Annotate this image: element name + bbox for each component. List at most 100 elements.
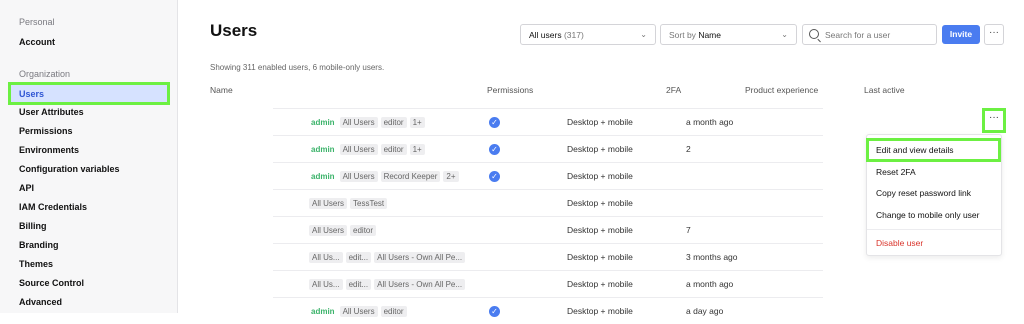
table-row[interactable]: All UsersTessTest Desktop + mobile	[273, 189, 823, 216]
more-options-button[interactable]: ···	[984, 24, 1004, 45]
user-filter-select[interactable]: All users (317) ⌄	[520, 24, 656, 45]
last-active-cell: a day ago	[686, 306, 723, 316]
permission-tag: All Users	[340, 171, 378, 182]
permissions-cell: adminAll UsersRecord Keeper2+	[309, 171, 462, 182]
sidebar-item-account[interactable]: Account	[19, 37, 55, 47]
column-header-permissions[interactable]: Permissions	[487, 85, 533, 95]
sidebar-item-users[interactable]: Users	[8, 82, 170, 105]
table-row[interactable]: adminAll Userseditor1+ ✓ Desktop + mobile 2	[273, 135, 823, 162]
search-input[interactable]: Search for a user	[802, 24, 937, 45]
chevron-down-icon: ⌄	[781, 30, 788, 39]
sidebar-item-permissions[interactable]: Permissions	[19, 126, 73, 136]
permission-tag: All Users	[340, 306, 378, 317]
permissions-cell: All Us...edit...All Users - Own All Pe..…	[309, 252, 468, 263]
permission-tag: edit...	[346, 279, 372, 290]
permission-tag: All Users - Own All Pe...	[374, 279, 465, 290]
sidebar-item-advanced[interactable]: Advanced	[19, 297, 62, 307]
chevron-down-icon: ⌄	[640, 30, 647, 39]
permissions-cell: All UsersTessTest	[309, 198, 390, 209]
sidebar-item-api[interactable]: API	[19, 183, 34, 193]
last-active-cell: 3 months ago	[686, 252, 738, 262]
section-label-personal: Personal	[19, 17, 55, 27]
admin-badge: admin	[309, 171, 337, 182]
column-header-name[interactable]: Name	[210, 85, 233, 95]
sidebar: Personal Account Organization Users User…	[0, 0, 178, 313]
sidebar-item-label: Users	[19, 89, 44, 99]
permission-tag: All Users	[340, 144, 378, 155]
permission-tag: All Users - Own All Pe...	[374, 252, 465, 263]
page-title: Users	[210, 21, 257, 41]
section-label-organization: Organization	[19, 69, 70, 79]
permissions-cell: All Userseditor	[309, 225, 379, 236]
sidebar-item-configuration-variables[interactable]: Configuration variables	[19, 164, 120, 174]
column-header-last-active[interactable]: Last active	[864, 85, 905, 95]
permission-tag: editor	[381, 306, 407, 317]
row-more-button[interactable]: ···	[982, 108, 1006, 133]
permissions-cell: adminAll Userseditor1+	[309, 117, 428, 128]
last-active-cell: 2	[686, 144, 691, 154]
sort-prefix: Sort by	[669, 30, 696, 40]
permission-tag: All Users	[309, 198, 347, 209]
last-active-cell: a month ago	[686, 117, 733, 127]
permissions-cell: adminAll Userseditor	[309, 306, 410, 317]
sidebar-item-themes[interactable]: Themes	[19, 259, 53, 269]
search-placeholder: Search for a user	[825, 30, 890, 40]
product-experience-cell: Desktop + mobile	[567, 117, 633, 127]
menu-item-copy-reset-link[interactable]: Copy reset password link	[876, 188, 971, 198]
permission-tag: 1+	[410, 117, 425, 128]
last-active-cell: a month ago	[686, 279, 733, 289]
search-icon	[809, 29, 819, 39]
sort-select[interactable]: Sort by Name ⌄	[660, 24, 797, 45]
sort-value: Name	[698, 30, 721, 40]
table-row[interactable]: adminAll UsersRecord Keeper2+ ✓ Desktop + …	[273, 162, 823, 189]
column-header-2fa[interactable]: 2FA	[666, 85, 681, 95]
check-circle-icon: ✓	[489, 144, 500, 155]
admin-badge: admin	[309, 117, 337, 128]
sidebar-item-environments[interactable]: Environments	[19, 145, 79, 155]
product-experience-cell: Desktop + mobile	[567, 279, 633, 289]
table-row[interactable]: All Us...edit...All Users - Own All Pe..…	[273, 243, 823, 270]
table-row[interactable]: adminAll Userseditor ✓ Desktop + mobile a d…	[273, 297, 823, 324]
permission-tag: All Us...	[309, 279, 343, 290]
permission-tag: All Users	[340, 117, 378, 128]
product-experience-cell: Desktop + mobile	[567, 198, 633, 208]
row-actions-menu: Edit and view details Reset 2FA Copy res…	[866, 134, 1002, 256]
product-experience-cell: Desktop + mobile	[567, 144, 633, 154]
permission-tag: All Users	[309, 225, 347, 236]
menu-item-disable-user[interactable]: Disable user	[876, 238, 923, 248]
permissions-cell: adminAll Userseditor1+	[309, 144, 428, 155]
product-experience-cell: Desktop + mobile	[567, 306, 633, 316]
sidebar-item-branding[interactable]: Branding	[19, 240, 59, 250]
column-header-product-experience[interactable]: Product experience	[745, 85, 818, 95]
invite-button[interactable]: Invite	[942, 25, 980, 44]
check-circle-icon: ✓	[489, 306, 500, 317]
table-row[interactable]: All Us...edit...All Users - Own All Pe..…	[273, 270, 823, 297]
permission-tag: editor	[381, 117, 407, 128]
permission-tag: 1+	[410, 144, 425, 155]
admin-badge: admin	[309, 144, 337, 155]
table-row[interactable]: adminAll Userseditor1+ ✓ Desktop + mobile a…	[273, 108, 823, 135]
permission-tag: 2+	[443, 171, 458, 182]
permission-tag: edit...	[346, 252, 372, 263]
permission-tag: All Us...	[309, 252, 343, 263]
menu-item-reset-2fa[interactable]: Reset 2FA	[876, 167, 916, 177]
permission-tag: editor	[381, 144, 407, 155]
filter-count: (317)	[564, 30, 584, 40]
table-row[interactable]: All Userseditor Desktop + mobile 7	[273, 216, 823, 243]
sidebar-item-billing[interactable]: Billing	[19, 221, 47, 231]
filter-label: All users	[529, 30, 562, 40]
check-circle-icon: ✓	[489, 117, 500, 128]
sidebar-item-user-attributes[interactable]: User Attributes	[19, 107, 84, 117]
permissions-cell: All Us...edit...All Users - Own All Pe..…	[309, 279, 468, 290]
last-active-cell: 7	[686, 225, 691, 235]
admin-badge: admin	[309, 306, 337, 317]
menu-item-edit-details[interactable]: Edit and view details	[876, 145, 954, 155]
product-experience-cell: Desktop + mobile	[567, 225, 633, 235]
user-summary: Showing 311 enabled users, 6 mobile-only…	[210, 63, 384, 72]
menu-item-change-mobile-only[interactable]: Change to mobile only user	[876, 210, 979, 220]
sidebar-item-iam-credentials[interactable]: IAM Credentials	[19, 202, 87, 212]
permission-tag: Record Keeper	[381, 171, 441, 182]
product-experience-cell: Desktop + mobile	[567, 171, 633, 181]
check-circle-icon: ✓	[489, 171, 500, 182]
sidebar-item-source-control[interactable]: Source Control	[19, 278, 84, 288]
